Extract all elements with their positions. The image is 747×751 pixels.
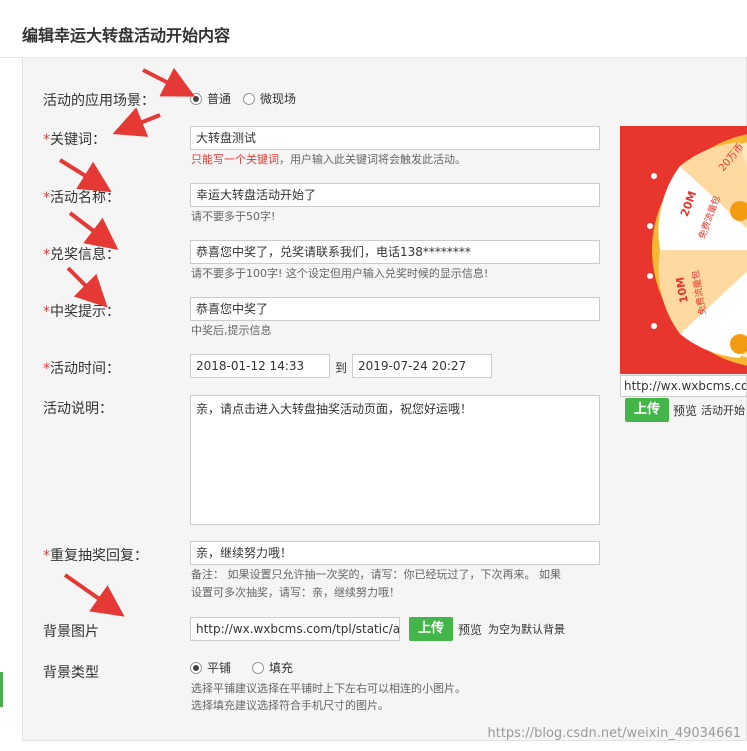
arrow-to-name-icon [58, 158, 112, 193]
arrow-to-prompt-icon [66, 266, 108, 308]
arrow-to-redeem-icon [68, 211, 119, 250]
annotation-arrows [58, 67, 196, 617]
arrow-to-scene-icon [142, 67, 196, 97]
arrow-to-bgimage-icon [63, 573, 125, 617]
watermark: https://blog.csdn.net/weixin_49034661 [487, 726, 741, 741]
arrow-to-keyword-icon [112, 107, 161, 137]
